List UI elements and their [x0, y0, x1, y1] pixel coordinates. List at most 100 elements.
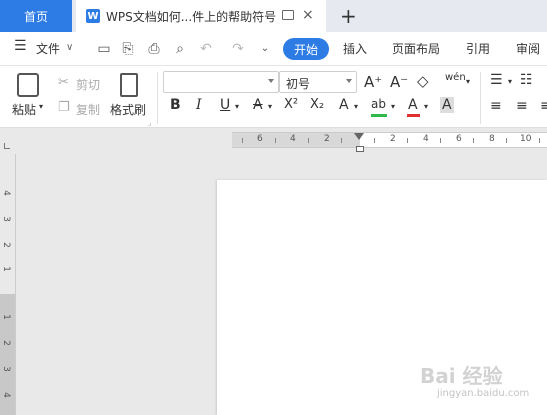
align-left-icon[interactable]: ≡ — [490, 98, 502, 114]
tab-review[interactable]: 审阅 — [516, 40, 540, 57]
ruler-tick — [374, 138, 375, 143]
tab-stop-selector-icon[interactable] — [4, 143, 10, 149]
menu-bar: ☰ 文件 ∨ ▭ ⎘ ⎙ ⌕ ↶ ↷ ⌄ 开始 插入 页面布局 引用 审阅 — [0, 32, 547, 66]
copy-button[interactable]: 复制 — [76, 101, 100, 118]
document-tab-title: WPS文档如何...件上的帮助符号 — [106, 9, 277, 24]
redo-icon[interactable]: ↷ — [230, 41, 246, 57]
subscript-button[interactable]: X₂ — [310, 97, 324, 112]
numbered-list-icon[interactable]: ☷ — [520, 72, 533, 88]
ruler-label: 2 — [0, 340, 11, 346]
ruler-label: 1 — [0, 314, 11, 320]
tab-home-label: 开始 — [293, 42, 318, 57]
pinyin-guide-button[interactable]: wén — [445, 72, 466, 83]
ruler-label: 6 — [456, 134, 462, 144]
tab-page-layout[interactable]: 页面布局 — [392, 40, 440, 57]
first-line-indent-marker[interactable] — [354, 133, 364, 140]
bullet-list-chevron-icon[interactable]: ▾ — [508, 77, 512, 86]
font-size-combo[interactable]: 初号 — [279, 71, 357, 93]
font-color-button[interactable]: A — [408, 97, 418, 113]
save-icon[interactable]: ▭ — [96, 41, 112, 57]
quick-access-chevron-icon[interactable]: ⌄ — [257, 41, 273, 57]
ruler-label: 1 — [0, 266, 11, 272]
wps-writer-icon-letter: W — [87, 10, 99, 22]
home-tab-label: 首页 — [23, 9, 48, 24]
home-tab[interactable]: 首页 — [0, 0, 72, 32]
tab-insert[interactable]: 插入 — [343, 40, 367, 57]
paste-chevron-icon[interactable]: ▾ — [39, 102, 43, 111]
new-tab-button[interactable]: + — [340, 4, 357, 28]
character-shading-button[interactable]: A — [440, 97, 454, 113]
font-size-value: 初号 — [286, 77, 311, 91]
superscript-button[interactable]: X² — [284, 97, 298, 112]
document-tab[interactable]: W WPS文档如何...件上的帮助符号 × — [76, 0, 326, 32]
ruler-label: 3 — [0, 216, 11, 222]
shrink-font-button[interactable]: A⁻ — [390, 73, 408, 91]
wps-writer-icon: W — [86, 9, 100, 23]
ruler-tick — [308, 138, 309, 143]
ruler-label: 2 — [390, 134, 396, 144]
ruler-label: 8 — [489, 134, 495, 144]
ruler-tick — [341, 138, 342, 143]
underline-chevron-icon[interactable]: ▾ — [235, 102, 239, 111]
hamburger-menu-icon[interactable]: ☰ — [14, 38, 27, 54]
font-size-dropdown-icon[interactable] — [346, 79, 352, 83]
tab-references[interactable]: 引用 — [466, 40, 490, 57]
format-painter-icon[interactable] — [120, 73, 138, 97]
ruler-tick — [539, 138, 540, 143]
highlight-button[interactable]: ab — [371, 97, 386, 111]
ruler-label: 2 — [0, 242, 11, 248]
ruler-tick — [440, 138, 441, 143]
cut-icon[interactable]: ✂ — [58, 75, 69, 90]
file-menu[interactable]: 文件 — [36, 40, 60, 57]
divider — [480, 72, 481, 124]
paste-icon[interactable] — [17, 73, 39, 97]
bullet-list-icon[interactable]: ☰ — [490, 72, 503, 88]
strikethrough-chevron-icon[interactable]: ▾ — [268, 102, 272, 111]
underline-button[interactable]: U — [220, 97, 230, 113]
file-menu-chevron-icon[interactable]: ∨ — [66, 42, 73, 53]
divider — [157, 72, 158, 124]
pin-icon[interactable] — [282, 10, 294, 20]
format-painter-button[interactable]: 格式刷 — [110, 101, 146, 118]
ruler-tick — [473, 138, 474, 143]
ruler-tick — [242, 138, 243, 143]
clear-format-icon[interactable]: ◇ — [417, 72, 429, 90]
tab-home[interactable]: 开始 — [283, 38, 329, 60]
align-right-icon[interactable]: ≡ — [540, 98, 547, 114]
ruler-tick — [506, 138, 507, 143]
left-indent-marker[interactable] — [356, 146, 364, 152]
pinyin-chevron-icon[interactable]: ▾ — [466, 77, 470, 86]
paste-button[interactable]: 粘贴 — [12, 101, 36, 118]
export-pdf-icon[interactable]: ⎘ — [120, 41, 136, 57]
bold-button[interactable]: B — [170, 97, 181, 113]
highlight-chevron-icon[interactable]: ▾ — [391, 102, 395, 111]
font-name-dropdown-icon[interactable] — [268, 79, 274, 83]
italic-button[interactable]: I — [196, 97, 202, 113]
print-icon[interactable]: ⎙ — [146, 41, 162, 57]
grow-font-button[interactable]: A⁺ — [364, 73, 382, 91]
ruler-tick — [275, 138, 276, 143]
ruler-label: 4 — [290, 134, 296, 144]
font-name-combo[interactable] — [163, 71, 279, 93]
highlight-color-bar — [371, 114, 387, 117]
close-tab-icon[interactable]: × — [302, 7, 314, 23]
copy-icon[interactable]: ❐ — [58, 100, 70, 115]
horizontal-ruler[interactable]: 6 4 2 2 4 6 8 10 — [232, 132, 547, 148]
ruler-label: 6 — [257, 134, 263, 144]
ruler-tick — [407, 138, 408, 143]
font-color-chevron-icon[interactable]: ▾ — [424, 102, 428, 111]
ruler-label: 4 — [0, 392, 11, 398]
cut-button[interactable]: 剪切 — [76, 76, 100, 93]
undo-icon[interactable]: ↶ — [198, 41, 214, 57]
ruler-top-margin — [0, 154, 15, 294]
text-effect-button[interactable]: A — [339, 97, 349, 113]
strikethrough-button[interactable]: A — [253, 97, 263, 113]
dialog-launcher-icon[interactable]: ⌟ — [148, 119, 151, 127]
ruler-label: 4 — [423, 134, 429, 144]
text-effect-chevron-icon[interactable]: ▾ — [354, 102, 358, 111]
align-center-icon[interactable]: ≡ — [516, 98, 528, 114]
watermark-logo: Bai 经验 — [420, 364, 503, 388]
ruler-label: 2 — [324, 134, 330, 144]
print-preview-icon[interactable]: ⌕ — [172, 41, 188, 57]
vertical-ruler[interactable]: 4 3 2 1 1 2 3 4 — [0, 154, 16, 415]
